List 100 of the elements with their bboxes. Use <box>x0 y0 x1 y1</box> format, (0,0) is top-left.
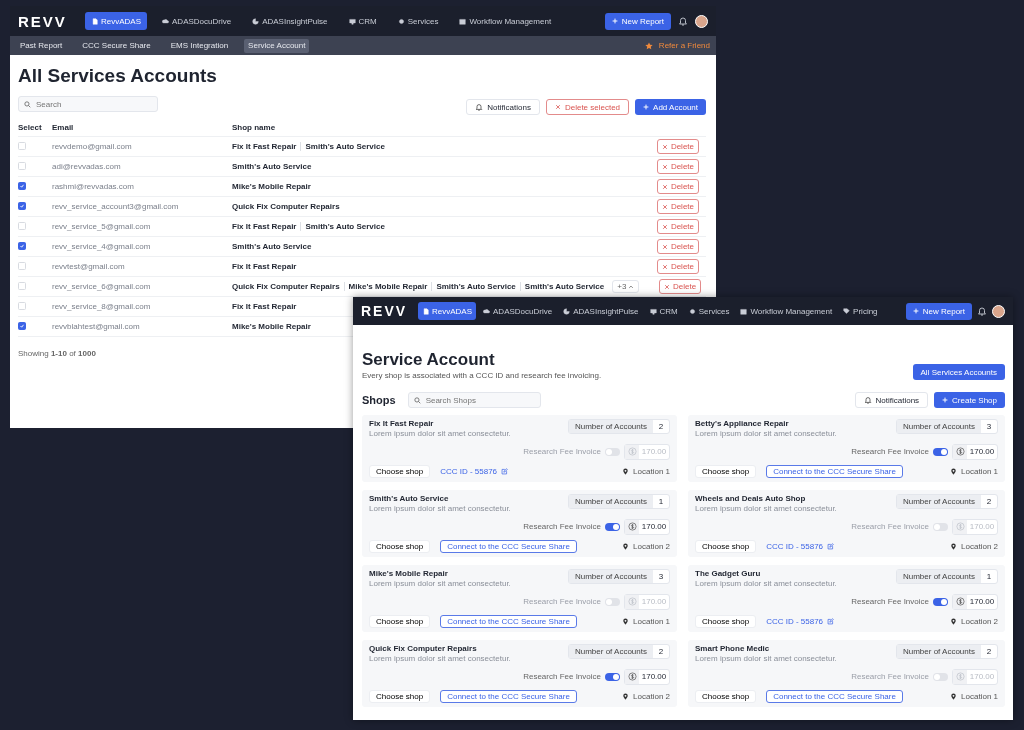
new-report-button[interactable]: New Report <box>604 12 671 30</box>
delete-button[interactable]: Delete <box>656 179 699 194</box>
connect-button[interactable]: Connect to the CCC Secure Share <box>766 690 903 703</box>
nav-tab[interactable]: Workflow Management <box>453 12 558 30</box>
close-icon <box>661 183 668 190</box>
delete-button[interactable]: Delete <box>656 219 699 234</box>
choose-shop-button[interactable]: Choose shop <box>369 465 431 478</box>
ccc-id-link[interactable]: CCC ID - 55876 <box>440 467 498 476</box>
delete-button[interactable]: Delete <box>656 259 699 274</box>
choose-shop-button[interactable]: Choose shop <box>369 540 431 553</box>
nav-tab[interactable]: Workflow Management <box>736 302 837 320</box>
dollar-icon <box>627 597 637 606</box>
ccc-id-link[interactable]: CCC ID - 55876 <box>766 617 824 626</box>
edit-icon[interactable] <box>827 543 835 550</box>
connect-button[interactable]: Connect to the CCC Secure Share <box>440 690 577 703</box>
choose-shop-button[interactable]: Choose shop <box>695 690 757 703</box>
nav-tab[interactable]: ADASInsightPulse <box>559 302 643 320</box>
avatar-icon[interactable] <box>695 14 708 28</box>
notification-bell-icon[interactable] <box>977 306 987 316</box>
fee-toggle[interactable] <box>605 447 620 456</box>
accounts-count: 2 <box>657 421 665 433</box>
nav-tab[interactable]: RevvADAS <box>418 302 476 320</box>
location-pin-icon <box>622 468 630 475</box>
more-shops-button[interactable]: +3 <box>612 280 640 293</box>
connect-button[interactable]: Connect to the CCC Secure Share <box>766 465 903 478</box>
subnav-tab[interactable]: EMS Integration <box>166 38 233 53</box>
search-field[interactable]: Search <box>18 96 158 112</box>
fee-toggle[interactable] <box>605 522 620 531</box>
cloud-icon <box>483 307 490 315</box>
shop-name: Fix It Fast Repair <box>232 222 302 231</box>
fee-toggle[interactable] <box>605 672 620 681</box>
refer-link[interactable]: Refer a Friend <box>658 41 710 50</box>
search-field[interactable]: Search Shops <box>407 392 541 408</box>
fee-toggle[interactable] <box>933 672 948 681</box>
subnav-tab[interactable]: Past Report <box>16 38 67 53</box>
delete-button[interactable]: Delete <box>659 279 702 294</box>
row-checkbox[interactable] <box>18 202 26 210</box>
accounts-label: Number of Accounts <box>896 570 981 583</box>
accounts-label: Number of Accounts <box>896 420 981 433</box>
connect-button[interactable]: Connect to the CCC Secure Share <box>440 540 577 553</box>
fee-label: Research Fee Invoice <box>851 447 929 456</box>
subnav-tab[interactable]: Service Account <box>244 38 310 53</box>
email-cell-text: revv_service_4@gmail.com <box>52 242 152 251</box>
fee-toggle[interactable] <box>933 597 948 606</box>
shop-name: Smart Phone Medic <box>695 644 771 653</box>
avatar-icon[interactable] <box>992 304 1005 318</box>
edit-icon[interactable] <box>501 468 509 475</box>
shop-name: Betty's Appliance Repair <box>695 419 790 428</box>
nav-tab[interactable]: ADASDocuDrive <box>479 302 557 320</box>
choose-shop-button[interactable]: Choose shop <box>369 615 431 628</box>
nav-tab[interactable]: Pricing <box>839 302 882 320</box>
row-checkbox[interactable] <box>18 242 26 250</box>
amount-field[interactable]: 170.00 <box>624 518 670 535</box>
nav-tab[interactable]: CRM <box>342 12 383 30</box>
column-header: Email <box>52 122 75 132</box>
choose-shop-button[interactable]: Choose shop <box>695 540 757 553</box>
row-checkbox[interactable] <box>18 182 26 190</box>
delete-button[interactable]: Delete <box>656 159 699 174</box>
choose-shop-button[interactable]: Choose shop <box>695 465 757 478</box>
location-pin-icon <box>950 468 958 475</box>
amount-field[interactable]: 170.00 <box>952 593 998 610</box>
dollar-icon <box>627 447 637 456</box>
all-accounts-button[interactable]: All Services Accounts <box>912 364 1005 380</box>
nav-tab[interactable]: ADASDocuDrive <box>156 12 238 30</box>
shop-name: Mike's Mobile Repair <box>348 282 433 291</box>
edit-icon[interactable] <box>827 618 835 625</box>
nav-tab[interactable]: CRM <box>645 302 682 320</box>
connect-button[interactable]: Connect to the CCC Secure Share <box>440 615 577 628</box>
add-account-button[interactable]: Add Account <box>635 99 706 115</box>
notification-bell-icon[interactable] <box>678 16 688 26</box>
notifications-button[interactable]: Notifications <box>854 392 929 408</box>
amount-field[interactable]: 170.00 <box>952 443 998 460</box>
accounts-count: 2 <box>985 496 993 508</box>
accounts-label: Number of Accounts <box>568 570 653 583</box>
delete-button[interactable]: Delete <box>656 199 699 214</box>
fee-toggle[interactable] <box>933 447 948 456</box>
shop-name: Fix It Fast Repair <box>232 142 302 151</box>
row-checkbox[interactable] <box>18 322 26 330</box>
calendar-icon <box>740 307 748 315</box>
delete-selected-button[interactable]: Delete selected <box>545 99 630 115</box>
new-report-button[interactable]: New Report <box>905 302 972 320</box>
shop-description: Lorem ipsum dolor sit amet consectetur. <box>695 504 838 513</box>
choose-shop-button[interactable]: Choose shop <box>369 690 431 703</box>
notifications-button[interactable]: Notifications <box>466 99 540 115</box>
nav-tab[interactable]: Services <box>391 12 445 30</box>
shop-description: Lorem ipsum dolor sit amet consectetur. <box>695 654 838 663</box>
delete-button[interactable]: Delete <box>656 139 699 154</box>
create-shop-button[interactable]: Create Shop <box>934 392 1005 408</box>
accounts-label: Number of Accounts <box>568 420 653 433</box>
shop-name: Quick Fix Computer Repairs <box>232 282 345 291</box>
fee-toggle[interactable] <box>933 522 948 531</box>
nav-tab[interactable]: ADASInsightPulse <box>246 12 334 30</box>
amount-field[interactable]: 170.00 <box>624 668 670 685</box>
subnav-tab[interactable]: CCC Secure Share <box>78 38 155 53</box>
fee-toggle[interactable] <box>605 597 620 606</box>
choose-shop-button[interactable]: Choose shop <box>695 615 757 628</box>
ccc-id-link[interactable]: CCC ID - 55876 <box>766 542 824 551</box>
nav-tab[interactable]: Services <box>684 302 734 320</box>
nav-tab[interactable]: RevvADAS <box>85 12 147 30</box>
delete-button[interactable]: Delete <box>656 239 699 254</box>
